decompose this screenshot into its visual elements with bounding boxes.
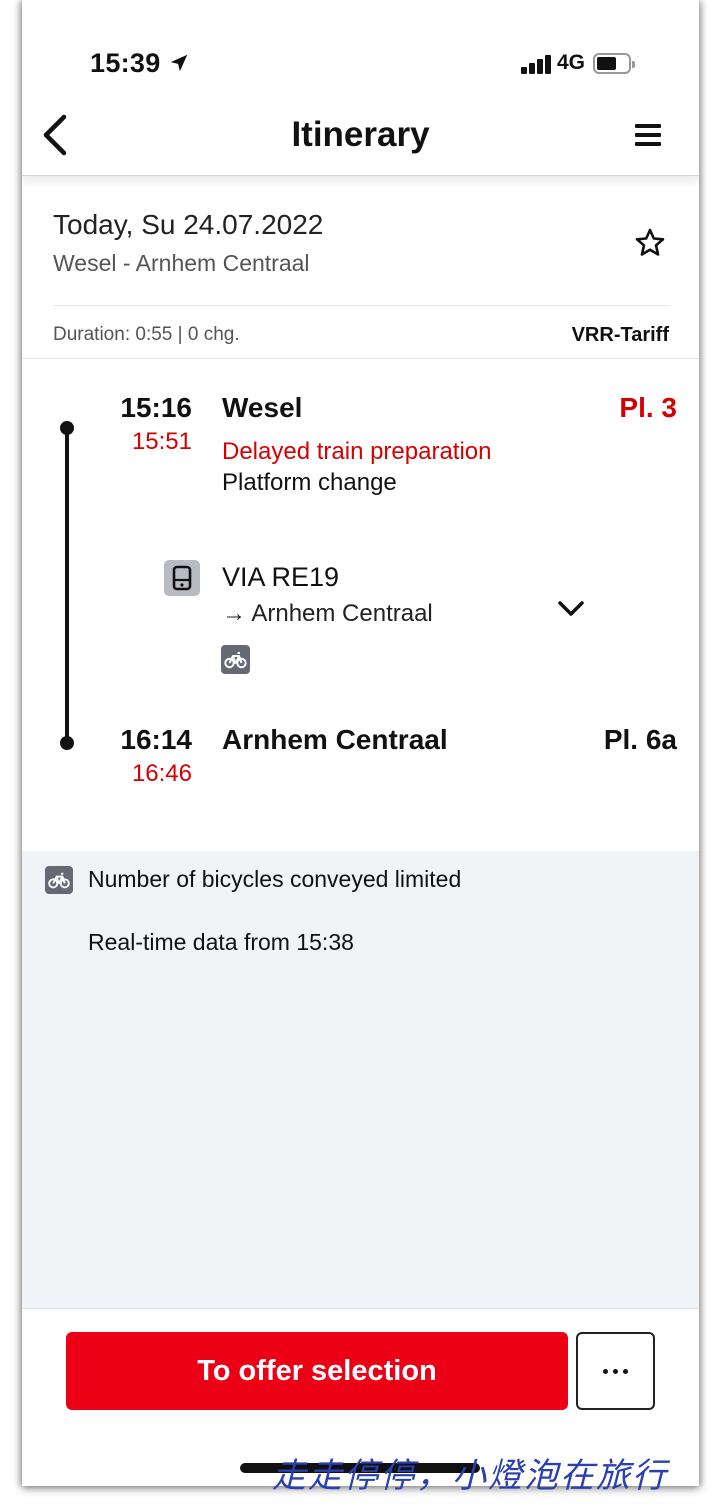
- departure-real-time: 15:51: [131, 428, 192, 455]
- departure-scheduled-time: 15:16: [120, 392, 192, 423]
- more-dots-icon[interactable]: [576, 1332, 655, 1410]
- timeline-line: [65, 427, 69, 743]
- divider: [53, 305, 669, 306]
- chevron-down-icon[interactable]: [556, 598, 586, 620]
- trip-duration: Duration: 0:55 | 0 chg.: [53, 324, 240, 345]
- platform-change-message: Platform change: [222, 469, 397, 496]
- divider: [22, 358, 699, 359]
- offer-selection-button[interactable]: To offer selection: [66, 1332, 568, 1410]
- trip-summary: Today, Su 24.07.2022 Wesel - Arnhem Cent…: [22, 177, 699, 359]
- hamburger-menu-icon[interactable]: [635, 124, 661, 146]
- info-panel: Number of bicycles conveyed limited Real…: [22, 851, 699, 1308]
- status-bar: 15:39 4G: [22, 0, 699, 100]
- nav-bar: Itinerary: [22, 100, 699, 176]
- signal-bars-icon: [521, 54, 553, 74]
- trip-date: Today, Su 24.07.2022: [53, 209, 324, 240]
- bike-notice: Number of bicycles conveyed limited: [88, 866, 462, 892]
- tariff-label[interactable]: VRR-Tariff: [572, 324, 669, 347]
- arrival-scheduled-time: 16:14: [120, 724, 192, 755]
- train-line: VIA RE19: [222, 562, 340, 592]
- timeline-end-dot: [60, 736, 74, 750]
- location-arrow-icon: [170, 54, 188, 72]
- battery-icon: [593, 53, 635, 74]
- timeline-start-dot: [60, 421, 74, 435]
- page-title: Itinerary: [291, 115, 430, 154]
- bicycle-icon: [221, 645, 250, 674]
- train-direction: → Arnhem Centraal: [222, 600, 433, 627]
- train-icon: [164, 560, 200, 596]
- bicycle-icon: [45, 866, 73, 894]
- arrival-platform: Pl. 6a: [603, 724, 677, 755]
- trip-route: Wesel - Arnhem Centraal: [53, 250, 310, 276]
- app-screen: 15:39 4G Itinerary Today, Su 24.07.2022 …: [22, 0, 699, 1486]
- watermark-signature: 走走停停，小燈泡在旅行: [272, 1456, 668, 1496]
- departure-platform: Pl. 3: [619, 392, 677, 423]
- status-time: 15:39: [90, 48, 161, 78]
- network-type: 4G: [557, 51, 586, 74]
- departure-station: Wesel: [222, 392, 303, 423]
- arrival-real-time: 16:46: [131, 760, 192, 787]
- star-outline-icon[interactable]: [634, 227, 666, 259]
- journey-detail: 15:16 15:51 Wesel Pl. 3 Delayed train pr…: [22, 360, 699, 850]
- delay-message: Delayed train preparation: [222, 438, 492, 465]
- realtime-note: Real-time data from 15:38: [88, 929, 354, 955]
- arrival-station: Arnhem Centraal: [222, 724, 448, 755]
